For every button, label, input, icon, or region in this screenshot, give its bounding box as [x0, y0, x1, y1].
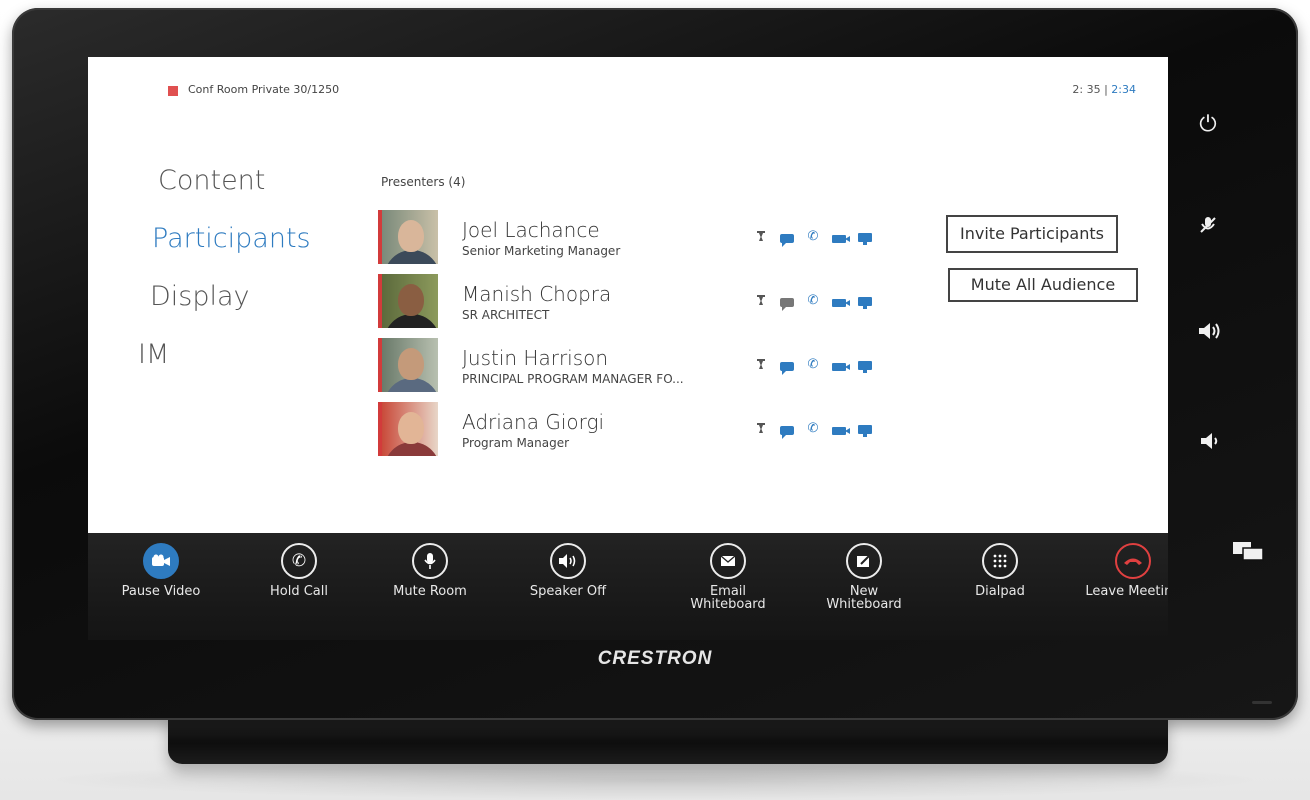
- phone-icon[interactable]: ✆: [806, 358, 820, 371]
- screen-share-icon[interactable]: [858, 232, 872, 245]
- power-icon[interactable]: ⏻: [1193, 112, 1223, 137]
- participant-title: SR ARCHITECT: [462, 308, 550, 322]
- phone-icon[interactable]: ✆: [806, 294, 820, 307]
- phone-icon[interactable]: ✆: [806, 230, 820, 243]
- mute-room-label: Mute Room: [393, 584, 467, 599]
- nav-item-participants[interactable]: Participants: [152, 223, 311, 281]
- chat-icon[interactable]: [780, 297, 794, 311]
- participant-name: Adriana Giorgi: [462, 410, 605, 434]
- participant-name: Manish Chopra: [462, 282, 612, 306]
- hang-up-icon: [1115, 543, 1151, 579]
- dialpad-label: Dialpad: [975, 584, 1025, 599]
- hold-call-button[interactable]: ✆ Hold Call: [234, 543, 364, 598]
- new-whiteboard-label: New Whiteboard: [826, 584, 902, 612]
- call-toolbar: Pause Video ✆ Hold Call Mute Room Speake…: [88, 533, 1168, 640]
- whiteboard-pen-icon: [846, 543, 882, 579]
- participant-title: Senior Marketing Manager: [462, 244, 621, 258]
- avatar: [378, 402, 438, 456]
- participant-actions: ✆: [754, 294, 872, 311]
- email-whiteboard-button[interactable]: Email Whiteboard: [663, 543, 793, 611]
- video-camera-icon: [143, 543, 179, 579]
- floor-shadow: [40, 760, 1270, 800]
- chat-icon[interactable]: [780, 233, 794, 247]
- speaker-icon: [550, 543, 586, 579]
- dialpad-button[interactable]: Dialpad: [935, 543, 1065, 598]
- participant-name: Justin Harrison: [462, 346, 609, 370]
- new-whiteboard-button[interactable]: New Whiteboard: [799, 543, 929, 611]
- chat-icon[interactable]: [780, 425, 794, 439]
- email-whiteboard-label: Email Whiteboard: [690, 584, 766, 612]
- video-icon[interactable]: [832, 299, 850, 307]
- dialpad-icon: [982, 543, 1018, 579]
- room-name: Conf Room Private 30/1250: [188, 83, 340, 96]
- hold-call-label: Hold Call: [270, 584, 328, 599]
- video-icon[interactable]: [832, 427, 850, 435]
- clock-time-highlight: 2:34: [1107, 83, 1136, 96]
- avatar: [378, 338, 438, 392]
- participant-row[interactable]: Manish Chopra SR ARCHITECT ✆: [374, 271, 894, 335]
- room-status-indicator: [168, 86, 178, 96]
- speaker-off-label: Speaker Off: [529, 584, 607, 599]
- participant-row[interactable]: Justin Harrison PRINCIPAL PROGRAM MANAGE…: [374, 335, 894, 399]
- nav-item-im[interactable]: IM: [138, 339, 311, 397]
- mute-all-audience-button[interactable]: Mute All Audience: [948, 268, 1138, 302]
- pause-video-label: Pause Video: [121, 584, 201, 599]
- microphone-icon: [412, 543, 448, 579]
- bezel-sensor: [1252, 701, 1272, 704]
- clock: 2: 35 | 2:34: [1072, 83, 1136, 96]
- status-bar: Conf Room Private 30/1250 2: 35 | 2:34: [88, 57, 1168, 117]
- pin-icon[interactable]: [754, 423, 768, 435]
- speaker-off-button[interactable]: Speaker Off: [503, 543, 633, 598]
- nav-item-content[interactable]: Content: [158, 165, 311, 223]
- product-scene: ⏻ CRESTRON Conf Room Private 30/1250 2: …: [0, 0, 1310, 800]
- presenters-heading: Presenters (4): [381, 175, 466, 189]
- brand-logo: CRESTRON: [597, 648, 713, 669]
- phone-icon[interactable]: ✆: [806, 422, 820, 435]
- participant-actions: ✆: [754, 358, 872, 375]
- invite-participants-button[interactable]: Invite Participants: [946, 215, 1118, 253]
- pin-icon[interactable]: [754, 295, 768, 307]
- participant-row[interactable]: Joel Lachance Senior Marketing Manager ✆: [374, 207, 894, 271]
- participant-actions: ✆: [754, 422, 872, 439]
- leave-meeting-label: Leave Meeting: [1085, 584, 1168, 599]
- touch-screen: Conf Room Private 30/1250 2: 35 | 2:34 C…: [88, 57, 1168, 640]
- participant-title: PRINCIPAL PROGRAM MANAGER FO...: [462, 372, 684, 386]
- main-nav: Content Participants Display IM: [138, 165, 311, 397]
- mic-mute-icon[interactable]: [1193, 215, 1223, 240]
- pin-icon[interactable]: [754, 231, 768, 243]
- leave-meeting-button[interactable]: Leave Meeting: [1063, 543, 1168, 598]
- phone-icon: ✆: [281, 543, 317, 579]
- participant-list: Joel Lachance Senior Marketing Manager ✆: [374, 207, 894, 463]
- video-icon[interactable]: [832, 363, 850, 371]
- avatar: [378, 210, 438, 264]
- mute-room-button[interactable]: Mute Room: [365, 543, 495, 598]
- pin-icon[interactable]: [754, 359, 768, 371]
- participant-name: Joel Lachance: [462, 218, 600, 242]
- screen-share-icon[interactable]: [858, 424, 872, 437]
- pause-video-button[interactable]: Pause Video: [96, 543, 226, 598]
- video-icon[interactable]: [832, 235, 850, 243]
- screen-share-icon[interactable]: [858, 360, 872, 373]
- participant-title: Program Manager: [462, 436, 570, 450]
- chat-icon[interactable]: [780, 361, 794, 375]
- home-windows-icon[interactable]: [1233, 540, 1264, 568]
- participant-row[interactable]: Adriana Giorgi Program Manager ✆: [374, 399, 894, 463]
- volume-down-icon[interactable]: [1195, 430, 1225, 458]
- screen-share-icon[interactable]: [858, 296, 872, 309]
- envelope-icon: [710, 543, 746, 579]
- clock-time: 2: 35 |: [1072, 83, 1108, 96]
- avatar: [378, 274, 438, 328]
- participant-actions: ✆: [754, 230, 872, 247]
- volume-up-icon[interactable]: [1195, 320, 1225, 348]
- nav-item-display[interactable]: Display: [150, 281, 311, 339]
